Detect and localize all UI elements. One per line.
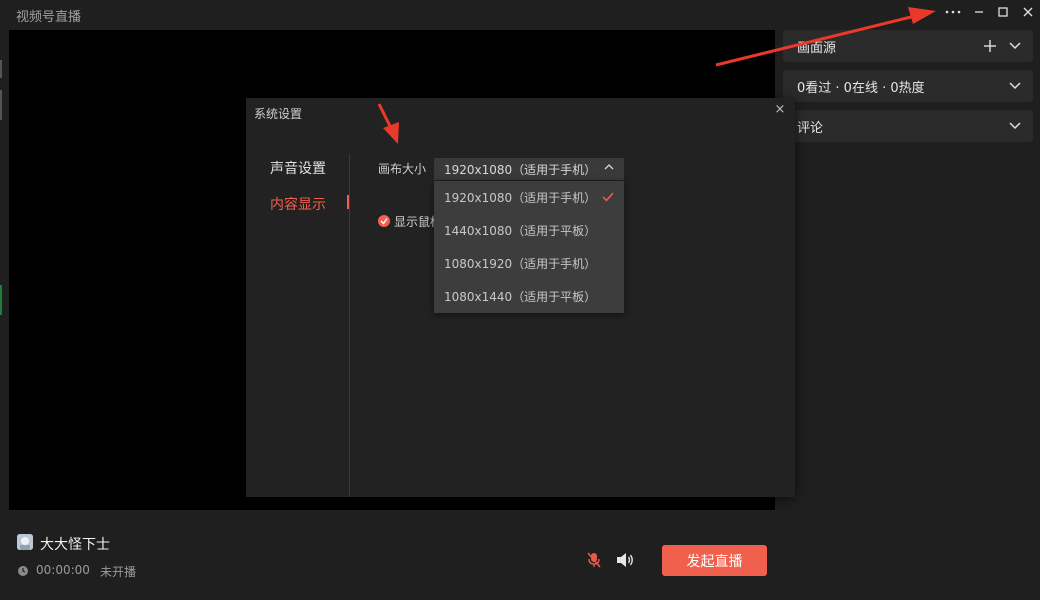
dialog-divider: [349, 154, 350, 497]
dropdown-option-label: 1920x1080（适用于手机）: [444, 191, 597, 205]
canvas-size-select[interactable]: 1920x1080（适用于手机）: [434, 158, 624, 180]
source-panel-header[interactable]: 画面源: [783, 30, 1033, 62]
dropdown-option[interactable]: 1920x1080（适用于手机）: [434, 181, 624, 214]
nav-content-display[interactable]: 内容显示: [270, 194, 326, 214]
expand-comments-button[interactable]: [1007, 118, 1023, 134]
title-bar: 视频号直播: [0, 0, 1040, 28]
start-live-button[interactable]: 发起直播: [662, 545, 767, 576]
dropdown-option[interactable]: 1080x1920（适用于手机）: [434, 247, 624, 280]
show-cursor-option[interactable]: 显示鼠标: [378, 214, 442, 229]
speaker-icon[interactable]: [615, 551, 635, 569]
dropdown-option-label: 1440x1080（适用于平板）: [444, 224, 597, 238]
canvas-size-dropdown: 1920x1080（适用于手机） 1440x1080（适用于平板） 1080x1…: [434, 181, 624, 313]
expand-stats-button[interactable]: [1007, 78, 1023, 94]
stats-label: 0看过 · 0在线 · 0热度: [797, 80, 925, 96]
show-cursor-checkbox[interactable]: [378, 215, 390, 227]
dropdown-option[interactable]: 1080x1440（适用于平板）: [434, 280, 624, 313]
chevron-down-icon: [1009, 82, 1021, 90]
dialog-title: 系统设置: [254, 107, 303, 121]
close-icon: [1023, 7, 1033, 17]
more-options-button[interactable]: [941, 0, 965, 24]
dropdown-option[interactable]: 1440x1080（适用于平板）: [434, 214, 624, 247]
settings-dialog: 系统设置 × 声音设置 内容显示 画布大小 1920x1080（适用于手机） 显…: [246, 98, 795, 497]
chevron-down-icon: [1009, 122, 1021, 130]
edge-mark: [0, 60, 2, 78]
username: 大大怪下士: [40, 537, 110, 553]
chevron-up-icon: [604, 164, 614, 170]
dialog-close-button[interactable]: ×: [773, 103, 787, 117]
mic-muted-icon[interactable]: [585, 551, 603, 569]
minimize-icon: [975, 11, 983, 13]
clock-icon: [18, 566, 28, 576]
edge-mark: [0, 90, 2, 120]
app-window: 视频号直播 画面源 0看过 · 0在线 · 0热度 评论 大大怪下士 00:00…: [0, 0, 1040, 600]
edge-mark: [0, 285, 2, 315]
maximize-icon: [998, 7, 1008, 17]
live-timer: 00:00:00: [36, 563, 90, 577]
live-status: 未开播: [100, 565, 137, 579]
stats-panel-header[interactable]: 0看过 · 0在线 · 0热度: [783, 70, 1033, 102]
minimize-button[interactable]: [967, 0, 991, 24]
avatar: [17, 534, 33, 550]
selected-check-icon: [602, 192, 614, 202]
check-icon: [380, 218, 388, 225]
add-source-button[interactable]: [982, 38, 998, 54]
canvas-size-label: 画布大小: [378, 162, 427, 176]
comments-panel-header[interactable]: 评论: [783, 110, 1033, 142]
dropdown-option-label: 1080x1920（适用于手机）: [444, 257, 597, 271]
canvas-size-value: 1920x1080（适用于手机）: [444, 162, 597, 177]
nav-sound-settings[interactable]: 声音设置: [270, 158, 326, 178]
plus-icon: [984, 40, 996, 52]
comments-label: 评论: [797, 120, 824, 136]
app-title: 视频号直播: [16, 10, 82, 25]
chevron-down-icon: [1009, 42, 1021, 50]
close-window-button[interactable]: [1016, 0, 1040, 24]
dropdown-option-label: 1080x1440（适用于平板）: [444, 290, 597, 304]
maximize-button[interactable]: [991, 0, 1015, 24]
avatar-image: [17, 534, 33, 550]
expand-source-button[interactable]: [1007, 38, 1023, 54]
source-label: 画面源: [797, 40, 837, 56]
more-dots-icon: [945, 10, 961, 14]
